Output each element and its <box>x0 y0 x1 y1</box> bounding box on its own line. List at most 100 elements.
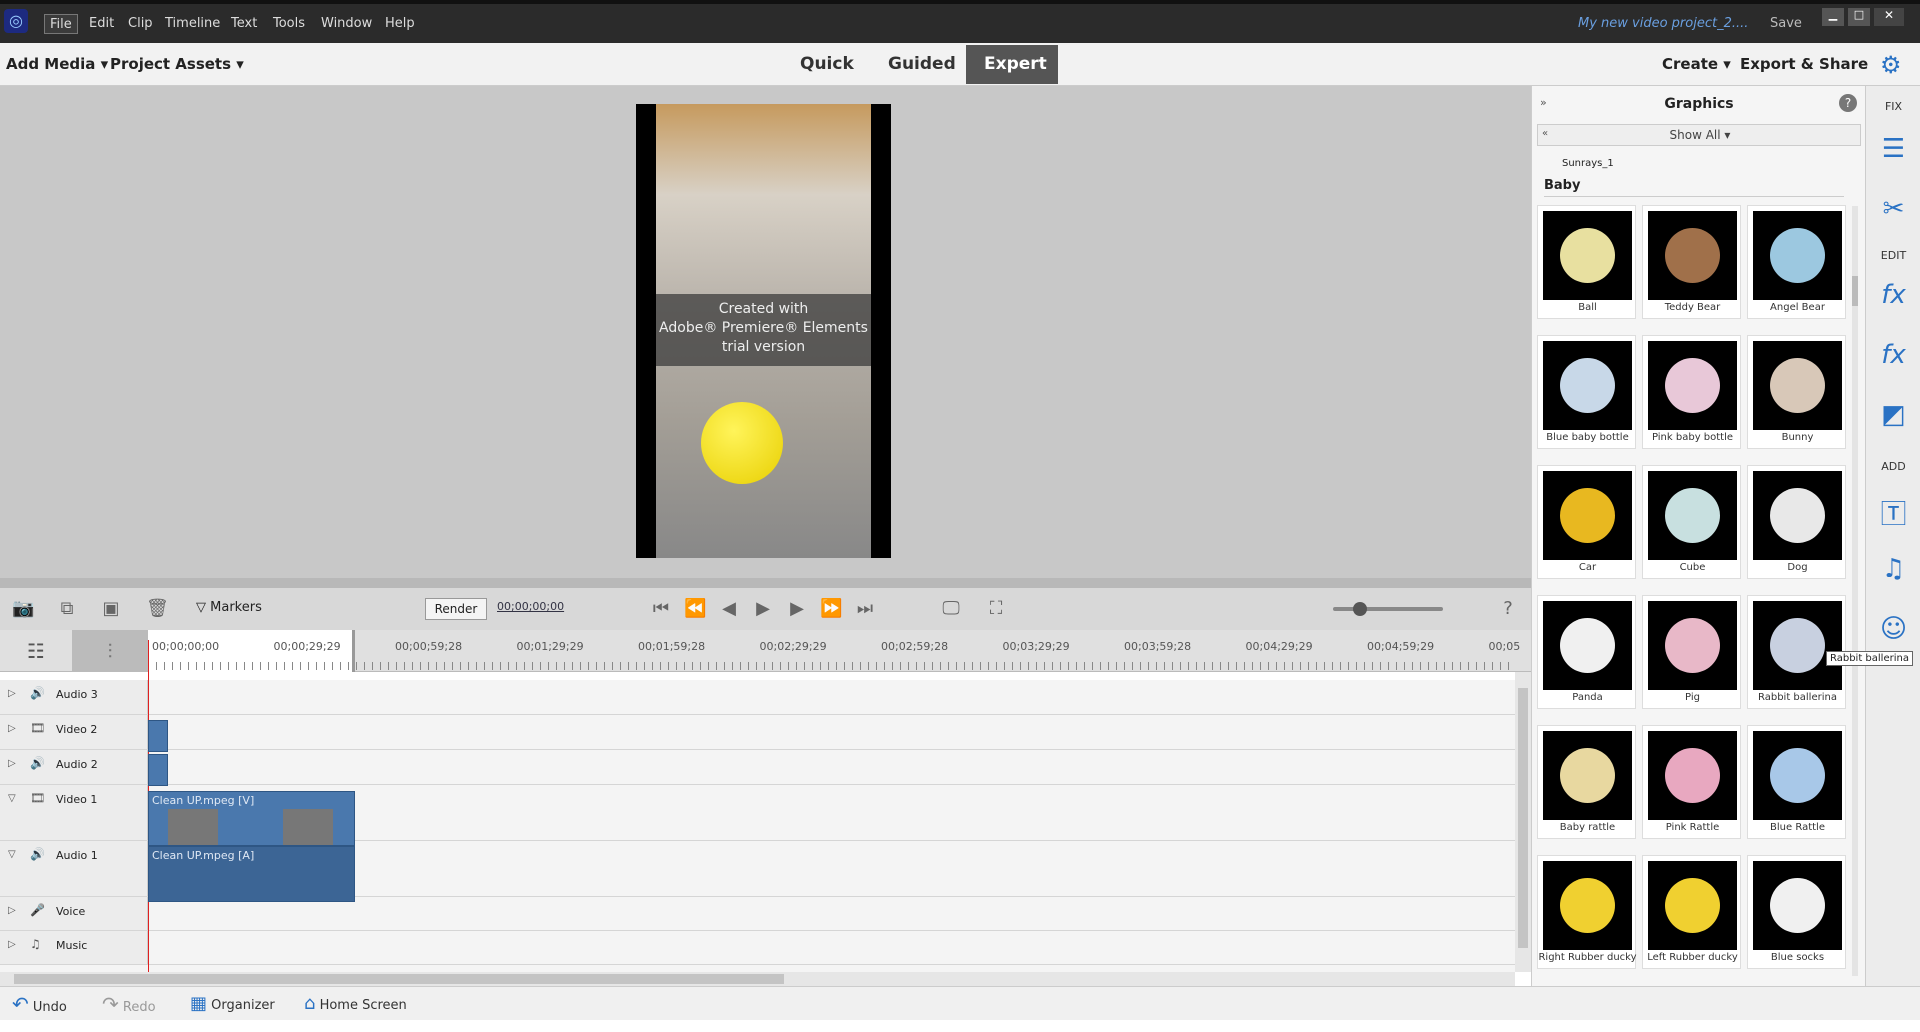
go-to-end-icon[interactable]: ⏭ <box>854 598 876 620</box>
graphic-item[interactable]: Blue baby bottle <box>1537 335 1636 449</box>
tools-icon[interactable]: ✂ <box>1866 194 1920 224</box>
play-icon[interactable]: ▶ <box>752 598 774 620</box>
graphic-item[interactable]: Blue Rattle <box>1747 725 1846 839</box>
menu-help[interactable]: Help <box>380 14 420 34</box>
graphic-item[interactable]: Right Rubber ducky <box>1537 855 1637 969</box>
graphic-item[interactable]: Angel Bear <box>1747 205 1846 319</box>
rewind-icon[interactable]: ⏪ <box>684 598 706 620</box>
expand-toggle-icon[interactable]: ▽ <box>8 793 16 804</box>
scrollbar-thumb[interactable] <box>14 974 784 984</box>
clip-icon[interactable]: ▣ <box>100 598 122 620</box>
graphic-item[interactable]: Ball <box>1537 205 1636 319</box>
show-all-dropdown[interactable]: Show All ▾ <box>1538 128 1862 142</box>
graphic-item[interactable]: Dog <box>1747 465 1846 579</box>
speaker-icon[interactable]: 🔊 <box>30 756 45 770</box>
fast-forward-icon[interactable]: ⏩ <box>820 598 842 620</box>
graphic-item[interactable]: Cube <box>1642 465 1741 579</box>
expand-toggle-icon[interactable]: ▷ <box>8 905 16 916</box>
clip-body[interactable]: Clean UP.mpeg [A] <box>148 846 355 902</box>
speaker-icon[interactable]: 🔊 <box>30 847 45 861</box>
expand-toggle-icon[interactable]: ▽ <box>8 849 16 860</box>
home-screen-button[interactable]: ⌂ Home Screen <box>304 987 407 1021</box>
menu-tools[interactable]: Tools <box>268 14 310 34</box>
expand-toggle-icon[interactable]: ▷ <box>8 939 16 950</box>
minimize-button[interactable]: ▁ <box>1822 8 1844 26</box>
render-button[interactable]: Render <box>425 598 487 620</box>
graphic-item[interactable]: Pink Rattle <box>1642 725 1741 839</box>
menu-text[interactable]: Text <box>226 14 262 34</box>
project-assets-button[interactable]: Project Assets ▾ <box>110 43 244 86</box>
scrollbar-thumb[interactable] <box>1518 688 1528 948</box>
redo-button[interactable]: ↷ Redo <box>102 987 156 1021</box>
transitions-icon[interactable]: ◩ <box>1866 400 1920 430</box>
tab-quick[interactable]: Quick <box>782 45 872 84</box>
graphics-scrollbar[interactable] <box>1852 206 1858 976</box>
organizer-button[interactable]: ▦ Organizer <box>190 987 275 1021</box>
horizontal-scrollbar[interactable] <box>0 972 1515 986</box>
gear-icon[interactable]: ⚙ <box>1880 51 1902 79</box>
fullscreen-icon[interactable]: ⛶ <box>985 598 1007 620</box>
menu-edit[interactable]: Edit <box>84 14 119 34</box>
video2-clip[interactable] <box>148 720 168 752</box>
add-media-button[interactable]: Add Media ▾ <box>6 43 108 86</box>
menu-file[interactable]: File <box>44 14 78 34</box>
camera-icon[interactable]: 📷 <box>12 598 34 620</box>
help-icon[interactable]: ? <box>1497 598 1519 620</box>
clip-body[interactable]: Clean UP.mpeg [V] <box>148 791 355 846</box>
adjustments-icon[interactable]: ☰ <box>1866 134 1920 164</box>
vertical-scrollbar[interactable] <box>1515 672 1531 972</box>
effects-icon[interactable]: fx <box>1866 340 1920 370</box>
film-icon[interactable]: 🎞 <box>30 721 45 735</box>
tab-expert[interactable]: Expert <box>966 45 1058 84</box>
create-button[interactable]: Create ▾ <box>1662 43 1731 86</box>
graphic-item[interactable]: Left Rubber ducky <box>1642 855 1741 969</box>
music-icon[interactable]: ♫ <box>1866 554 1920 584</box>
menu-window[interactable]: Window <box>316 14 377 34</box>
rotate-icon[interactable]: ⧉ <box>56 598 78 620</box>
timecode[interactable]: 00;00;00;00 <box>497 600 564 613</box>
mic-icon[interactable]: 🎤 <box>30 903 45 917</box>
expand-toggle-icon[interactable]: ▷ <box>8 723 16 734</box>
tab-guided[interactable]: Guided <box>870 45 974 84</box>
audio2-clip[interactable] <box>148 754 168 786</box>
help-icon[interactable]: ? <box>1839 94 1857 112</box>
graphic-item[interactable]: Pink baby bottle <box>1642 335 1741 449</box>
titles-icon[interactable]: 🅃 <box>1866 494 1920 531</box>
film-icon[interactable]: 🎞 <box>30 791 45 805</box>
zoom-slider[interactable] <box>1333 602 1443 616</box>
trash-icon[interactable]: 🗑 <box>146 598 169 620</box>
note-icon[interactable]: ♫ <box>30 937 41 951</box>
graphic-item[interactable]: Teddy Bear <box>1642 205 1741 319</box>
close-button[interactable]: ✕ <box>1874 8 1904 26</box>
zoom-slider-thumb[interactable] <box>1353 602 1367 616</box>
save-button[interactable]: Save <box>1770 16 1802 31</box>
audio-clip[interactable]: Clean UP.mpeg [A] <box>148 846 355 902</box>
maximize-button[interactable]: □ <box>1848 8 1870 26</box>
video-preview[interactable]: Created with Adobe® Premiere® Elements t… <box>636 104 891 558</box>
audio-waveform-icon[interactable]: ⫶ <box>72 630 148 672</box>
graphic-item[interactable]: Car <box>1537 465 1636 579</box>
step-back-icon[interactable]: ◀ <box>718 598 740 620</box>
graphic-item[interactable]: Panda <box>1537 595 1636 709</box>
graphic-item[interactable]: Pig <box>1642 595 1741 709</box>
speaker-icon[interactable]: 🔊 <box>30 686 45 700</box>
menu-timeline[interactable]: Timeline <box>160 14 225 34</box>
markers-button[interactable]: ▽ Markers <box>196 600 262 615</box>
export-share-button[interactable]: Export & Share <box>1740 43 1868 86</box>
scrollbar-thumb[interactable] <box>1852 276 1858 306</box>
time-ruler[interactable]: ☷ ⫶ 00;00;00;00 00;00;29;29 00;00;59;28 00;… <box>0 630 1531 672</box>
menu-clip[interactable]: Clip <box>123 14 158 34</box>
expand-toggle-icon[interactable]: ▷ <box>8 758 16 769</box>
step-forward-icon[interactable]: ▶ <box>786 598 808 620</box>
video-clip[interactable]: Clean UP.mpeg [V] <box>148 791 355 846</box>
track-settings-icon[interactable]: ☷ <box>0 630 72 672</box>
graphic-item[interactable]: Blue socks <box>1747 855 1846 969</box>
emoji-graphic[interactable] <box>701 402 783 484</box>
graphic-item[interactable]: Baby rattle <box>1537 725 1636 839</box>
panel-resize-handle[interactable] <box>0 578 1531 588</box>
graphics-icon[interactable]: ☺ <box>1866 614 1920 644</box>
go-to-start-icon[interactable]: ⏮ <box>650 598 672 620</box>
undo-button[interactable]: ↶ Undo <box>12 987 67 1021</box>
graphic-item[interactable]: Bunny <box>1747 335 1846 449</box>
monitor-icon[interactable]: 🖵 <box>940 598 962 620</box>
